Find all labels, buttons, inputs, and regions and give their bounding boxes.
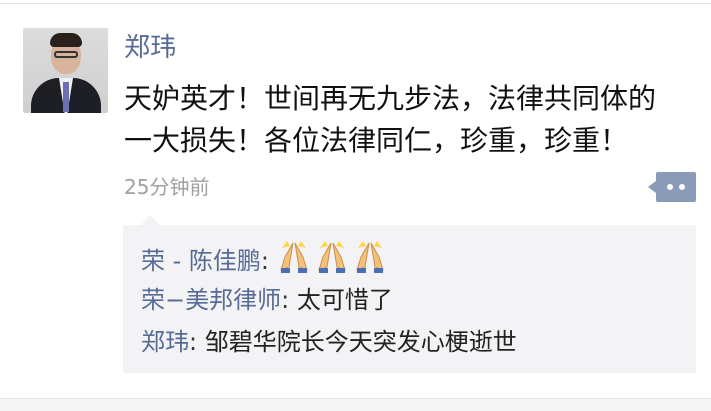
comment-text: 邹碧华院长今天突发心梗逝世 [204, 328, 517, 356]
comment-text: 太可惜了 [296, 286, 393, 314]
comment-author[interactable]: 荣 - 陈佳鹏 [141, 247, 261, 275]
comment-author[interactable]: 荣−美邦律师 [141, 286, 281, 314]
avatar-hair [50, 33, 82, 47]
comment-item[interactable]: 荣 - 陈佳鹏: [141, 239, 391, 277]
comment-item[interactable]: 郑玮: 邹碧华院长今天突发心梗逝世 [141, 323, 517, 361]
comment-separator: : [260, 247, 277, 275]
more-dot-icon [679, 184, 685, 190]
avatar-glasses [54, 51, 78, 58]
next-post-edge [0, 399, 711, 411]
post-author-name[interactable]: 郑玮 [124, 30, 176, 66]
more-dot-icon [667, 184, 673, 190]
avatar-tie [63, 82, 69, 112]
top-divider [0, 3, 711, 4]
avatar[interactable] [23, 28, 108, 113]
post-time: 25分钟前 [124, 175, 210, 199]
folded-hands-icon [279, 241, 308, 273]
comment-separator: : [189, 328, 205, 356]
comments-box: 荣 - 陈佳鹏: 荣−美邦律师: 太可惜了 郑玮: 邹碧华院长今天突发心梗逝世 [123, 215, 696, 373]
comment-item[interactable]: 荣−美邦律师: 太可惜了 [141, 281, 393, 319]
folded-hands-icon [317, 241, 346, 273]
post-text: 天妒英才！世间再无九步法，法律共同体的 一大损失！各位法律同仁，珍重，珍重！ [124, 82, 657, 157]
comment-author[interactable]: 郑玮 [141, 328, 189, 356]
comment-separator: : [281, 286, 297, 314]
folded-hands-icon [355, 241, 384, 273]
comment-emoji-group [277, 241, 391, 275]
comment-action-button[interactable] [648, 172, 696, 202]
